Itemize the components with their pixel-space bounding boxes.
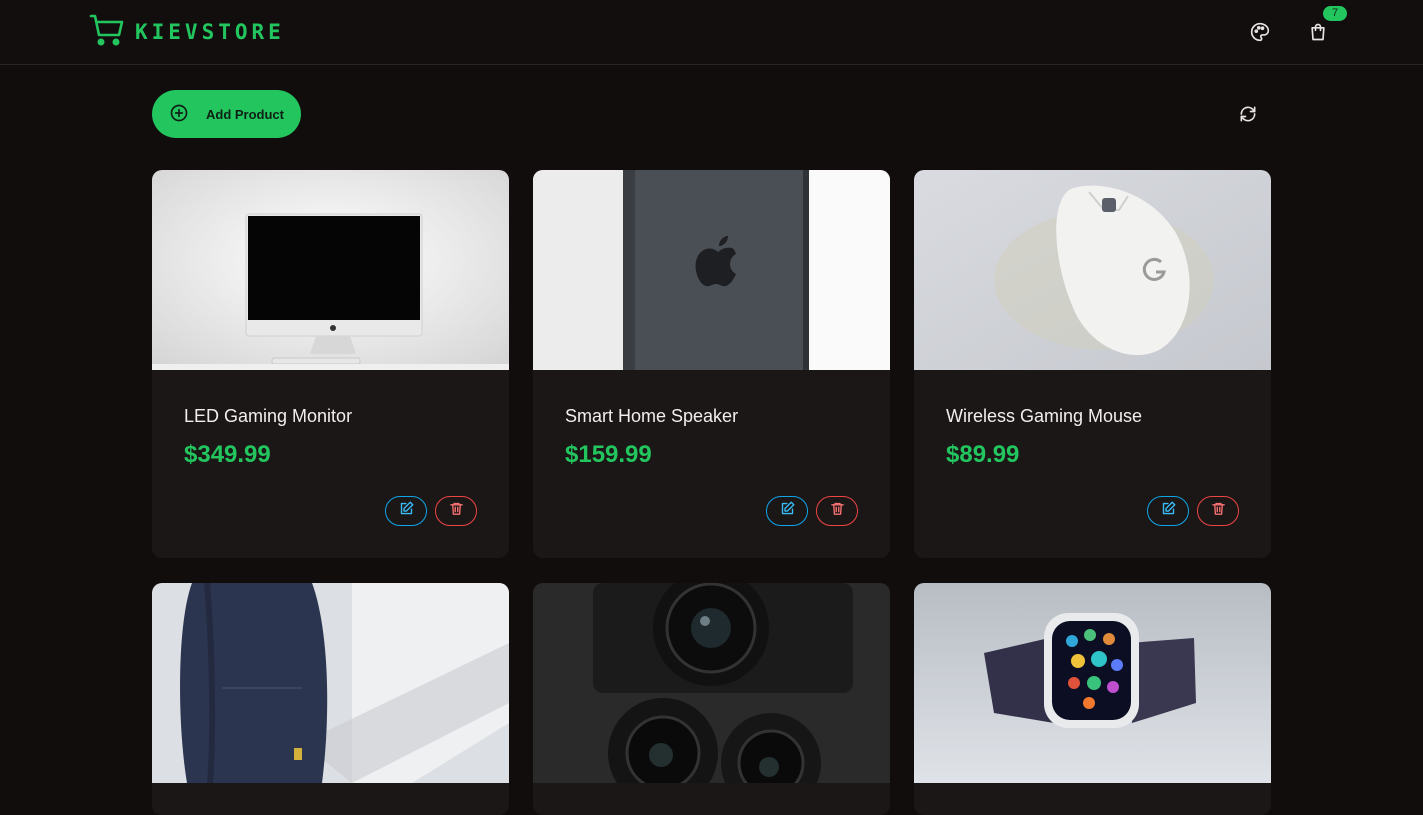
- edit-button[interactable]: [385, 496, 427, 526]
- trash-icon: [830, 501, 845, 521]
- monitor-photo: [152, 170, 509, 370]
- edit-icon: [780, 501, 795, 521]
- trash-icon: [1211, 501, 1226, 521]
- cart-count-badge: 7: [1323, 6, 1347, 21]
- product-title: LED Gaming Monitor: [184, 406, 353, 426]
- edit-icon: [399, 501, 414, 521]
- mouse-photo: [914, 170, 1271, 370]
- edit-button[interactable]: [1147, 496, 1189, 526]
- add-product-button[interactable]: Add Product: [152, 90, 301, 138]
- product-card: [533, 583, 890, 815]
- navbar: KIEVSTORE 7: [0, 0, 1423, 65]
- plus-circle-icon: [169, 103, 189, 126]
- product-card: Wireless Gaming Mouse $89.99: [914, 170, 1271, 558]
- trash-icon: [449, 501, 464, 521]
- smartwatch-photo: [914, 583, 1271, 783]
- edit-icon: [1161, 501, 1176, 521]
- product-card: [914, 583, 1271, 815]
- delete-button[interactable]: [1197, 496, 1239, 526]
- edit-button[interactable]: [766, 496, 808, 526]
- backpack-photo: [152, 583, 509, 783]
- shopping-bag-icon[interactable]: [1303, 17, 1333, 47]
- product-price: $159.99: [565, 441, 652, 468]
- product-title: Smart Home Speaker: [565, 406, 739, 426]
- phone-photo: [533, 170, 890, 370]
- product-card: LED Gaming Monitor $349.99: [152, 170, 509, 558]
- product-price: $349.99: [184, 441, 271, 468]
- product-title: Wireless Gaming Mouse: [946, 406, 1143, 426]
- product-card: Smart Home Speaker $159.99: [533, 170, 890, 558]
- product-card: [152, 583, 509, 815]
- palette-icon[interactable]: [1245, 17, 1275, 47]
- camera-photo: [533, 583, 890, 783]
- shopping-cart-icon: [89, 13, 125, 52]
- delete-button[interactable]: [435, 496, 477, 526]
- add-product-label: Add Product: [206, 106, 284, 122]
- refresh-icon[interactable]: [1234, 100, 1262, 128]
- brand-name: KIEVSTORE: [135, 20, 285, 44]
- delete-button[interactable]: [816, 496, 858, 526]
- brand-logo[interactable]: KIEVSTORE: [89, 14, 285, 50]
- product-price: $89.99: [946, 441, 1020, 468]
